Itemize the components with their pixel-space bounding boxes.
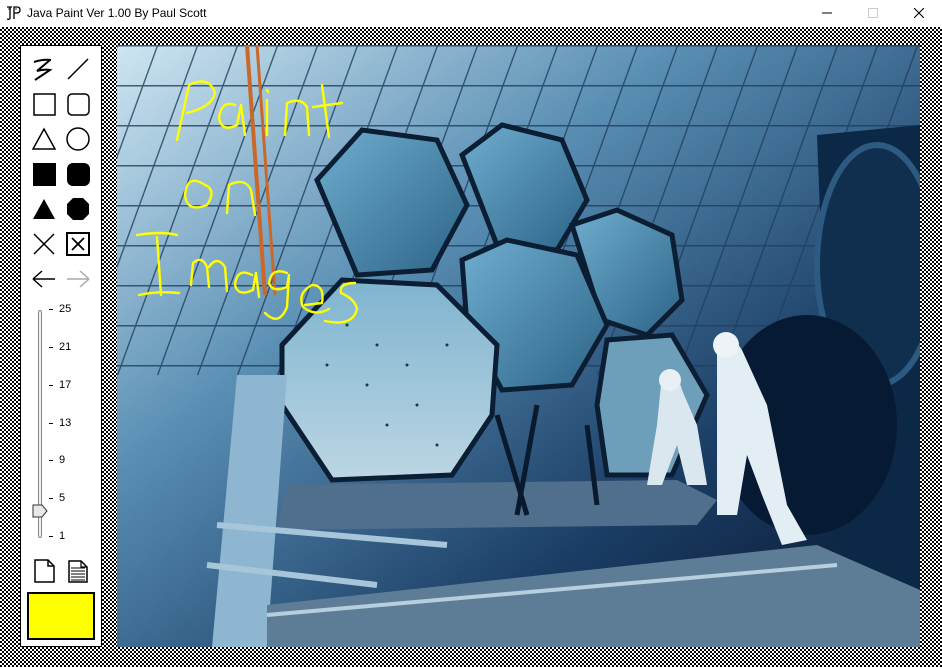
brush-size-tick xyxy=(49,309,53,310)
brush-size-tick xyxy=(49,460,53,462)
triangle-icon xyxy=(31,127,57,150)
paint-canvas[interactable] xyxy=(117,45,920,647)
brush-size-tick-label: 13 xyxy=(59,416,72,429)
rounded-rectangle-tool[interactable] xyxy=(63,89,93,119)
brush-size-tick-label: 17 xyxy=(59,378,72,391)
open-tool[interactable] xyxy=(63,556,93,586)
oval-tool[interactable] xyxy=(63,124,93,154)
filled-rounded-rectangle-icon xyxy=(67,163,90,186)
line-tool[interactable] xyxy=(63,54,93,84)
redo-tool[interactable] xyxy=(63,264,93,294)
brush-size-tick-label: 5 xyxy=(59,492,66,505)
filled-triangle-tool[interactable] xyxy=(29,194,59,224)
rectangle-icon xyxy=(33,93,56,116)
current-color-swatch[interactable] xyxy=(27,592,95,640)
brush-size-tick xyxy=(49,536,53,537)
brush-size-tick-label: 1 xyxy=(59,530,66,542)
clear-x-tool[interactable] xyxy=(29,229,59,259)
filled-rounded-rectangle-tool[interactable] xyxy=(63,159,93,189)
boxed-x-icon xyxy=(66,232,90,256)
filled-rectangle-icon xyxy=(33,163,56,186)
close-icon xyxy=(914,8,924,18)
brush-size-tick xyxy=(49,498,53,500)
triangle-tool[interactable] xyxy=(29,124,59,154)
undo-tool[interactable] xyxy=(29,264,59,294)
filled-octagon-tool[interactable] xyxy=(63,194,93,224)
x-icon xyxy=(33,233,55,255)
rounded-rectangle-icon xyxy=(67,93,90,116)
window-title: Java Paint Ver 1.00 By Paul Scott xyxy=(27,6,207,20)
brush-size-thumb[interactable] xyxy=(32,504,48,518)
arrow-right-icon xyxy=(67,270,90,288)
minimize-icon xyxy=(822,12,832,14)
title-bar[interactable]: Java Paint Ver 1.00 By Paul Scott xyxy=(0,0,942,27)
close-button[interactable] xyxy=(896,0,942,27)
filled-octagon-icon xyxy=(67,198,89,220)
boxed-x-tool[interactable] xyxy=(63,229,93,259)
arrow-left-icon xyxy=(32,270,55,288)
minimize-button[interactable] xyxy=(804,0,850,27)
canvas-image xyxy=(117,45,920,647)
jp-logo-icon xyxy=(6,6,21,20)
brush-size-tick-label: 25 xyxy=(59,303,72,315)
filled-rectangle-tool[interactable] xyxy=(29,159,59,189)
line-icon xyxy=(67,58,89,80)
toolbox: 25 21 17 13 9 5 1 xyxy=(20,45,102,647)
oval-icon xyxy=(66,127,90,151)
brush-size-tick xyxy=(49,384,53,386)
brush-size-tick-label: 21 xyxy=(59,340,72,353)
brush-size-tick xyxy=(49,422,53,424)
brush-size-tick xyxy=(49,346,53,348)
maximize-icon xyxy=(868,8,878,18)
new-tool[interactable] xyxy=(29,556,59,586)
freehand-icon xyxy=(33,58,53,81)
maximize-button[interactable] xyxy=(850,0,896,27)
open-file-icon xyxy=(68,560,88,583)
freehand-tool[interactable] xyxy=(29,54,59,84)
filled-triangle-icon xyxy=(33,199,55,219)
brush-size-tick-label: 9 xyxy=(59,454,66,467)
new-page-icon xyxy=(34,559,55,583)
rectangle-tool[interactable] xyxy=(29,89,59,119)
